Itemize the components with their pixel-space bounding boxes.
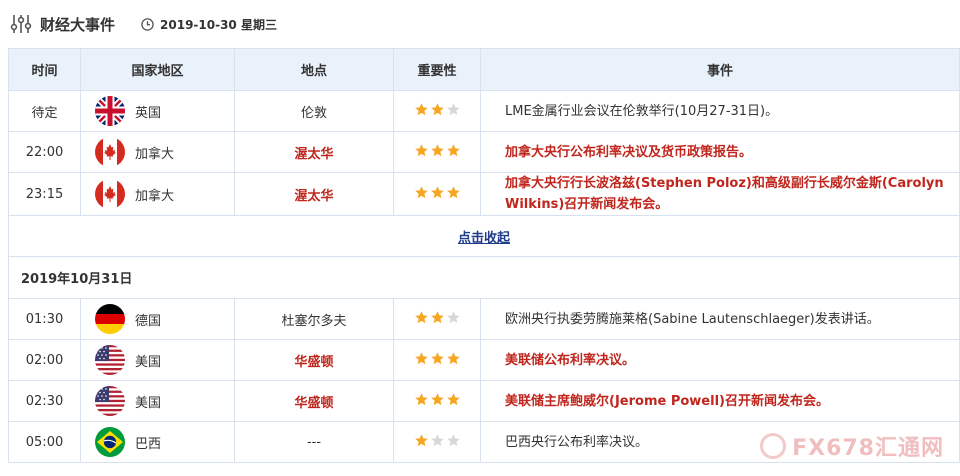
star-filled-icon bbox=[414, 143, 429, 162]
event-country: 加拿大 bbox=[135, 146, 175, 162]
star-empty-icon bbox=[430, 433, 445, 452]
event-importance bbox=[393, 339, 481, 381]
star-filled-icon bbox=[414, 102, 429, 121]
event-time: 01:30 bbox=[8, 298, 81, 340]
event-country-cell: 巴西 bbox=[80, 421, 235, 463]
event-description: 加拿大央行行长波洛兹(Stephen Poloz)和高级副行长威尔金斯(Caro… bbox=[480, 172, 960, 216]
star-filled-icon bbox=[430, 143, 445, 162]
table-row: 待定 英国 伦敦 LME金属行业会议在伦敦举行(10月27-31日)。 bbox=[8, 90, 960, 132]
table-row: 02:30 美国 华盛顿 美联储主席鲍威尔(Jerome Powell)召开新闻发布会… bbox=[8, 380, 960, 422]
event-country: 美国 bbox=[135, 354, 162, 370]
col-event: 事件 bbox=[480, 48, 960, 91]
star-empty-icon bbox=[446, 310, 461, 329]
event-importance bbox=[393, 131, 481, 173]
collapse-link[interactable]: 点击收起 bbox=[458, 231, 510, 246]
event-description: 欧洲央行执委劳腾施莱格(Sabine Lautenschlaeger)发表讲话。 bbox=[480, 298, 960, 340]
star-filled-icon bbox=[446, 185, 461, 204]
col-country: 国家地区 bbox=[80, 48, 235, 91]
germany-flag-icon bbox=[95, 304, 125, 334]
star-filled-icon bbox=[414, 433, 429, 452]
event-description: 加拿大央行公布利率决议及货币政策报告。 bbox=[480, 131, 960, 173]
event-country-cell: 美国 bbox=[80, 339, 235, 381]
event-country-cell: 加拿大 bbox=[80, 131, 235, 173]
col-location: 地点 bbox=[234, 48, 394, 91]
star-filled-icon bbox=[414, 392, 429, 411]
star-filled-icon bbox=[414, 310, 429, 329]
event-time: 22:00 bbox=[8, 131, 81, 173]
table-row: 23:15 加拿大 渥太华 加拿大央行行长波洛兹(Stephen Poloz)和高级副… bbox=[8, 172, 960, 216]
star-filled-icon bbox=[446, 143, 461, 162]
table-header-row: 时间 国家地区 地点 重要性 事件 bbox=[8, 48, 960, 91]
event-importance bbox=[393, 172, 481, 216]
star-filled-icon bbox=[446, 392, 461, 411]
collapse-row: 点击收起 bbox=[8, 215, 960, 257]
uk-flag-icon bbox=[95, 96, 125, 126]
table-row: 22:00 加拿大 渥太华 加拿大央行公布利率决议及货币政策报告。 bbox=[8, 131, 960, 173]
event-time: 05:00 bbox=[8, 421, 81, 463]
date-row: 2019年10月31日 bbox=[8, 256, 960, 299]
event-time: 02:00 bbox=[8, 339, 81, 381]
event-location: 华盛顿 bbox=[234, 339, 394, 381]
star-filled-icon bbox=[430, 392, 445, 411]
event-country-cell: 德国 bbox=[80, 298, 235, 340]
star-empty-icon bbox=[446, 102, 461, 121]
star-filled-icon bbox=[414, 185, 429, 204]
event-location: 杜塞尔多夫 bbox=[234, 298, 394, 340]
brazil-flag-icon bbox=[95, 427, 125, 457]
star-filled-icon bbox=[430, 351, 445, 370]
usa-flag-icon bbox=[95, 386, 125, 416]
watermark-icon bbox=[760, 433, 787, 459]
event-importance bbox=[393, 90, 481, 132]
table-row: 02:00 美国 华盛顿 美联储公布利率决议。 bbox=[8, 339, 960, 381]
table-row: 01:30 德国 杜塞尔多夫 欧洲央行执委劳腾施莱格(Sabine Lautensch… bbox=[8, 298, 960, 340]
event-location: 伦敦 bbox=[234, 90, 394, 132]
header-date: 2019-10-30 星期三 bbox=[160, 17, 277, 32]
event-country: 英国 bbox=[135, 105, 162, 121]
event-country: 德国 bbox=[135, 313, 162, 329]
event-description: LME金属行业会议在伦敦举行(10月27-31日)。 bbox=[480, 90, 960, 132]
canada-flag-icon bbox=[95, 179, 125, 209]
event-time: 待定 bbox=[8, 90, 81, 132]
event-country-cell: 加拿大 bbox=[80, 172, 235, 216]
event-importance bbox=[393, 298, 481, 340]
event-importance bbox=[393, 380, 481, 422]
event-country: 巴西 bbox=[135, 436, 162, 452]
usa-flag-icon bbox=[95, 345, 125, 375]
star-filled-icon bbox=[430, 185, 445, 204]
page-title: 财经大事件 bbox=[40, 15, 116, 34]
col-importance: 重要性 bbox=[393, 48, 481, 91]
clock-icon bbox=[141, 17, 154, 31]
event-importance bbox=[393, 421, 481, 463]
event-country-cell: 英国 bbox=[80, 90, 235, 132]
event-location: 华盛顿 bbox=[234, 380, 394, 422]
event-time: 02:30 bbox=[8, 380, 81, 422]
event-country: 美国 bbox=[135, 395, 162, 411]
star-filled-icon bbox=[414, 351, 429, 370]
page-header: 财经大事件 2019-10-30 星期三 bbox=[0, 0, 960, 48]
date-heading: 2019年10月31日 bbox=[8, 256, 960, 299]
event-location: 渥太华 bbox=[234, 131, 394, 173]
event-description: 美联储公布利率决议。 bbox=[480, 339, 960, 381]
event-location: --- bbox=[234, 421, 394, 463]
col-time: 时间 bbox=[8, 48, 81, 91]
event-time: 23:15 bbox=[8, 172, 81, 216]
watermark-logo: FX678汇通网 bbox=[760, 430, 944, 462]
event-country: 加拿大 bbox=[135, 188, 175, 204]
sliders-icon bbox=[10, 13, 32, 35]
star-filled-icon bbox=[446, 351, 461, 370]
event-description: 美联储主席鲍威尔(Jerome Powell)召开新闻发布会。 bbox=[480, 380, 960, 422]
star-filled-icon bbox=[430, 102, 445, 121]
event-location: 渥太华 bbox=[234, 172, 394, 216]
canada-flag-icon bbox=[95, 137, 125, 167]
watermark-text: FX678汇通网 bbox=[792, 436, 944, 461]
star-empty-icon bbox=[446, 433, 461, 452]
star-filled-icon bbox=[430, 310, 445, 329]
event-country-cell: 美国 bbox=[80, 380, 235, 422]
events-table: 时间 国家地区 地点 重要性 事件 待定 英国 伦敦 LME金属行业会议在伦敦举行(1… bbox=[8, 48, 960, 463]
